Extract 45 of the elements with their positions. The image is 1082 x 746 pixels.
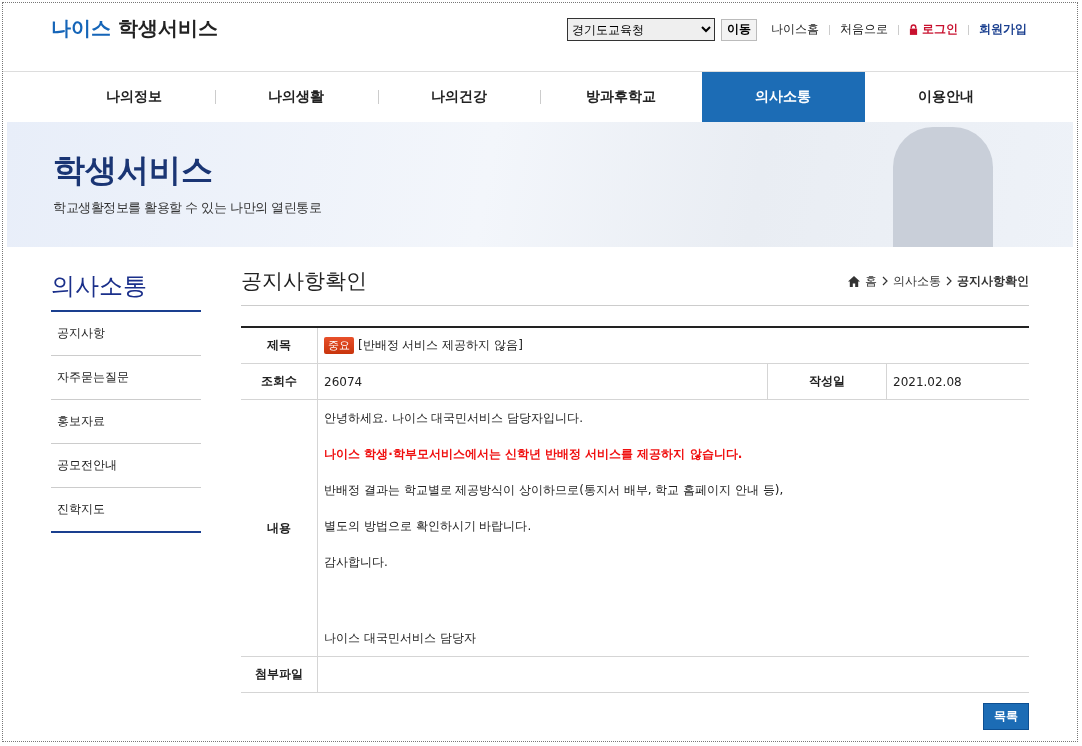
nav-tab[interactable]: 나의정보 — [53, 72, 216, 122]
nav-tab[interactable]: 나의건강 — [377, 72, 540, 122]
banner-title: 학생서비스 — [53, 150, 214, 191]
sidebar-title: 의사소통 — [51, 267, 201, 312]
header-link[interactable]: 나이스홈 — [771, 21, 819, 38]
important-badge: 중요 — [324, 337, 354, 354]
sidebar-item[interactable]: 자주묻는질문 — [51, 356, 201, 400]
field-label: 제목 — [241, 327, 318, 364]
nav-tab[interactable]: 나의생활 — [215, 72, 378, 122]
breadcrumb-link[interactable]: 홈 — [865, 272, 877, 290]
sidebar-item[interactable]: 공지사항 — [51, 312, 201, 356]
notice-paragraph: 별도의 방법으로 확인하시기 바랍니다. — [324, 518, 533, 535]
notice-subject: [반배정 서비스 제공하지 않음] — [358, 337, 523, 354]
field-label: 작성일 — [767, 363, 887, 400]
page-title: 공지사항확인 — [241, 268, 367, 295]
view-count: 26074 — [317, 363, 768, 400]
nav-tab[interactable]: 이용안내 — [864, 72, 1027, 122]
notice-paragraph: 안녕하세요. 나이스 대국민서비스 담당자입니다. — [324, 410, 585, 427]
banner-subtitle: 학교생활정보를 활용할 수 있는 나만의 열린통로 — [53, 199, 322, 217]
sidebar-item[interactable]: 진학지도 — [51, 488, 201, 531]
lock-icon — [909, 24, 918, 35]
field-label: 첨부파일 — [241, 656, 318, 693]
nav-tab[interactable]: 의사소통 — [702, 72, 865, 122]
notice-paragraph: 나이스 대국민서비스 담당자 — [324, 630, 477, 647]
sidebar-item[interactable]: 홍보자료 — [51, 400, 201, 444]
go-button[interactable]: 이동 — [721, 18, 757, 41]
field-label: 내용 — [241, 399, 318, 657]
header-link[interactable]: 회원가입 — [979, 21, 1027, 38]
post-date: 2021.02.08 — [886, 363, 1029, 400]
nav-tab[interactable]: 방과후학교 — [540, 72, 703, 122]
sidebar-item[interactable]: 공모전안내 — [51, 444, 201, 488]
list-button[interactable]: 목록 — [983, 703, 1029, 730]
notice-paragraph: 나이스 학생·학부모서비스에서는 신학년 반배정 서비스를 제공하지 않습니다. — [324, 446, 744, 463]
breadcrumb-link[interactable]: 공지사항확인 — [957, 272, 1029, 290]
site-logo[interactable]: 나이스 학생서비스 — [51, 15, 218, 42]
region-select[interactable]: 경기도교육청 — [567, 18, 715, 41]
home-icon — [848, 275, 860, 287]
notice-paragraph: 반배정 결과는 학교별로 제공방식이 상이하므로(통지서 배부, 학교 홈페이지 안내 등), — [324, 482, 785, 499]
header-link[interactable]: 로그인 — [922, 21, 958, 38]
breadcrumb-link[interactable]: 의사소통 — [893, 272, 941, 290]
notice-paragraph: 감사합니다. — [324, 554, 389, 571]
field-label: 조회수 — [241, 363, 318, 400]
chevron-icon — [946, 276, 952, 286]
header-link[interactable]: 처음으로 — [840, 21, 888, 38]
chevron-icon — [882, 276, 888, 286]
